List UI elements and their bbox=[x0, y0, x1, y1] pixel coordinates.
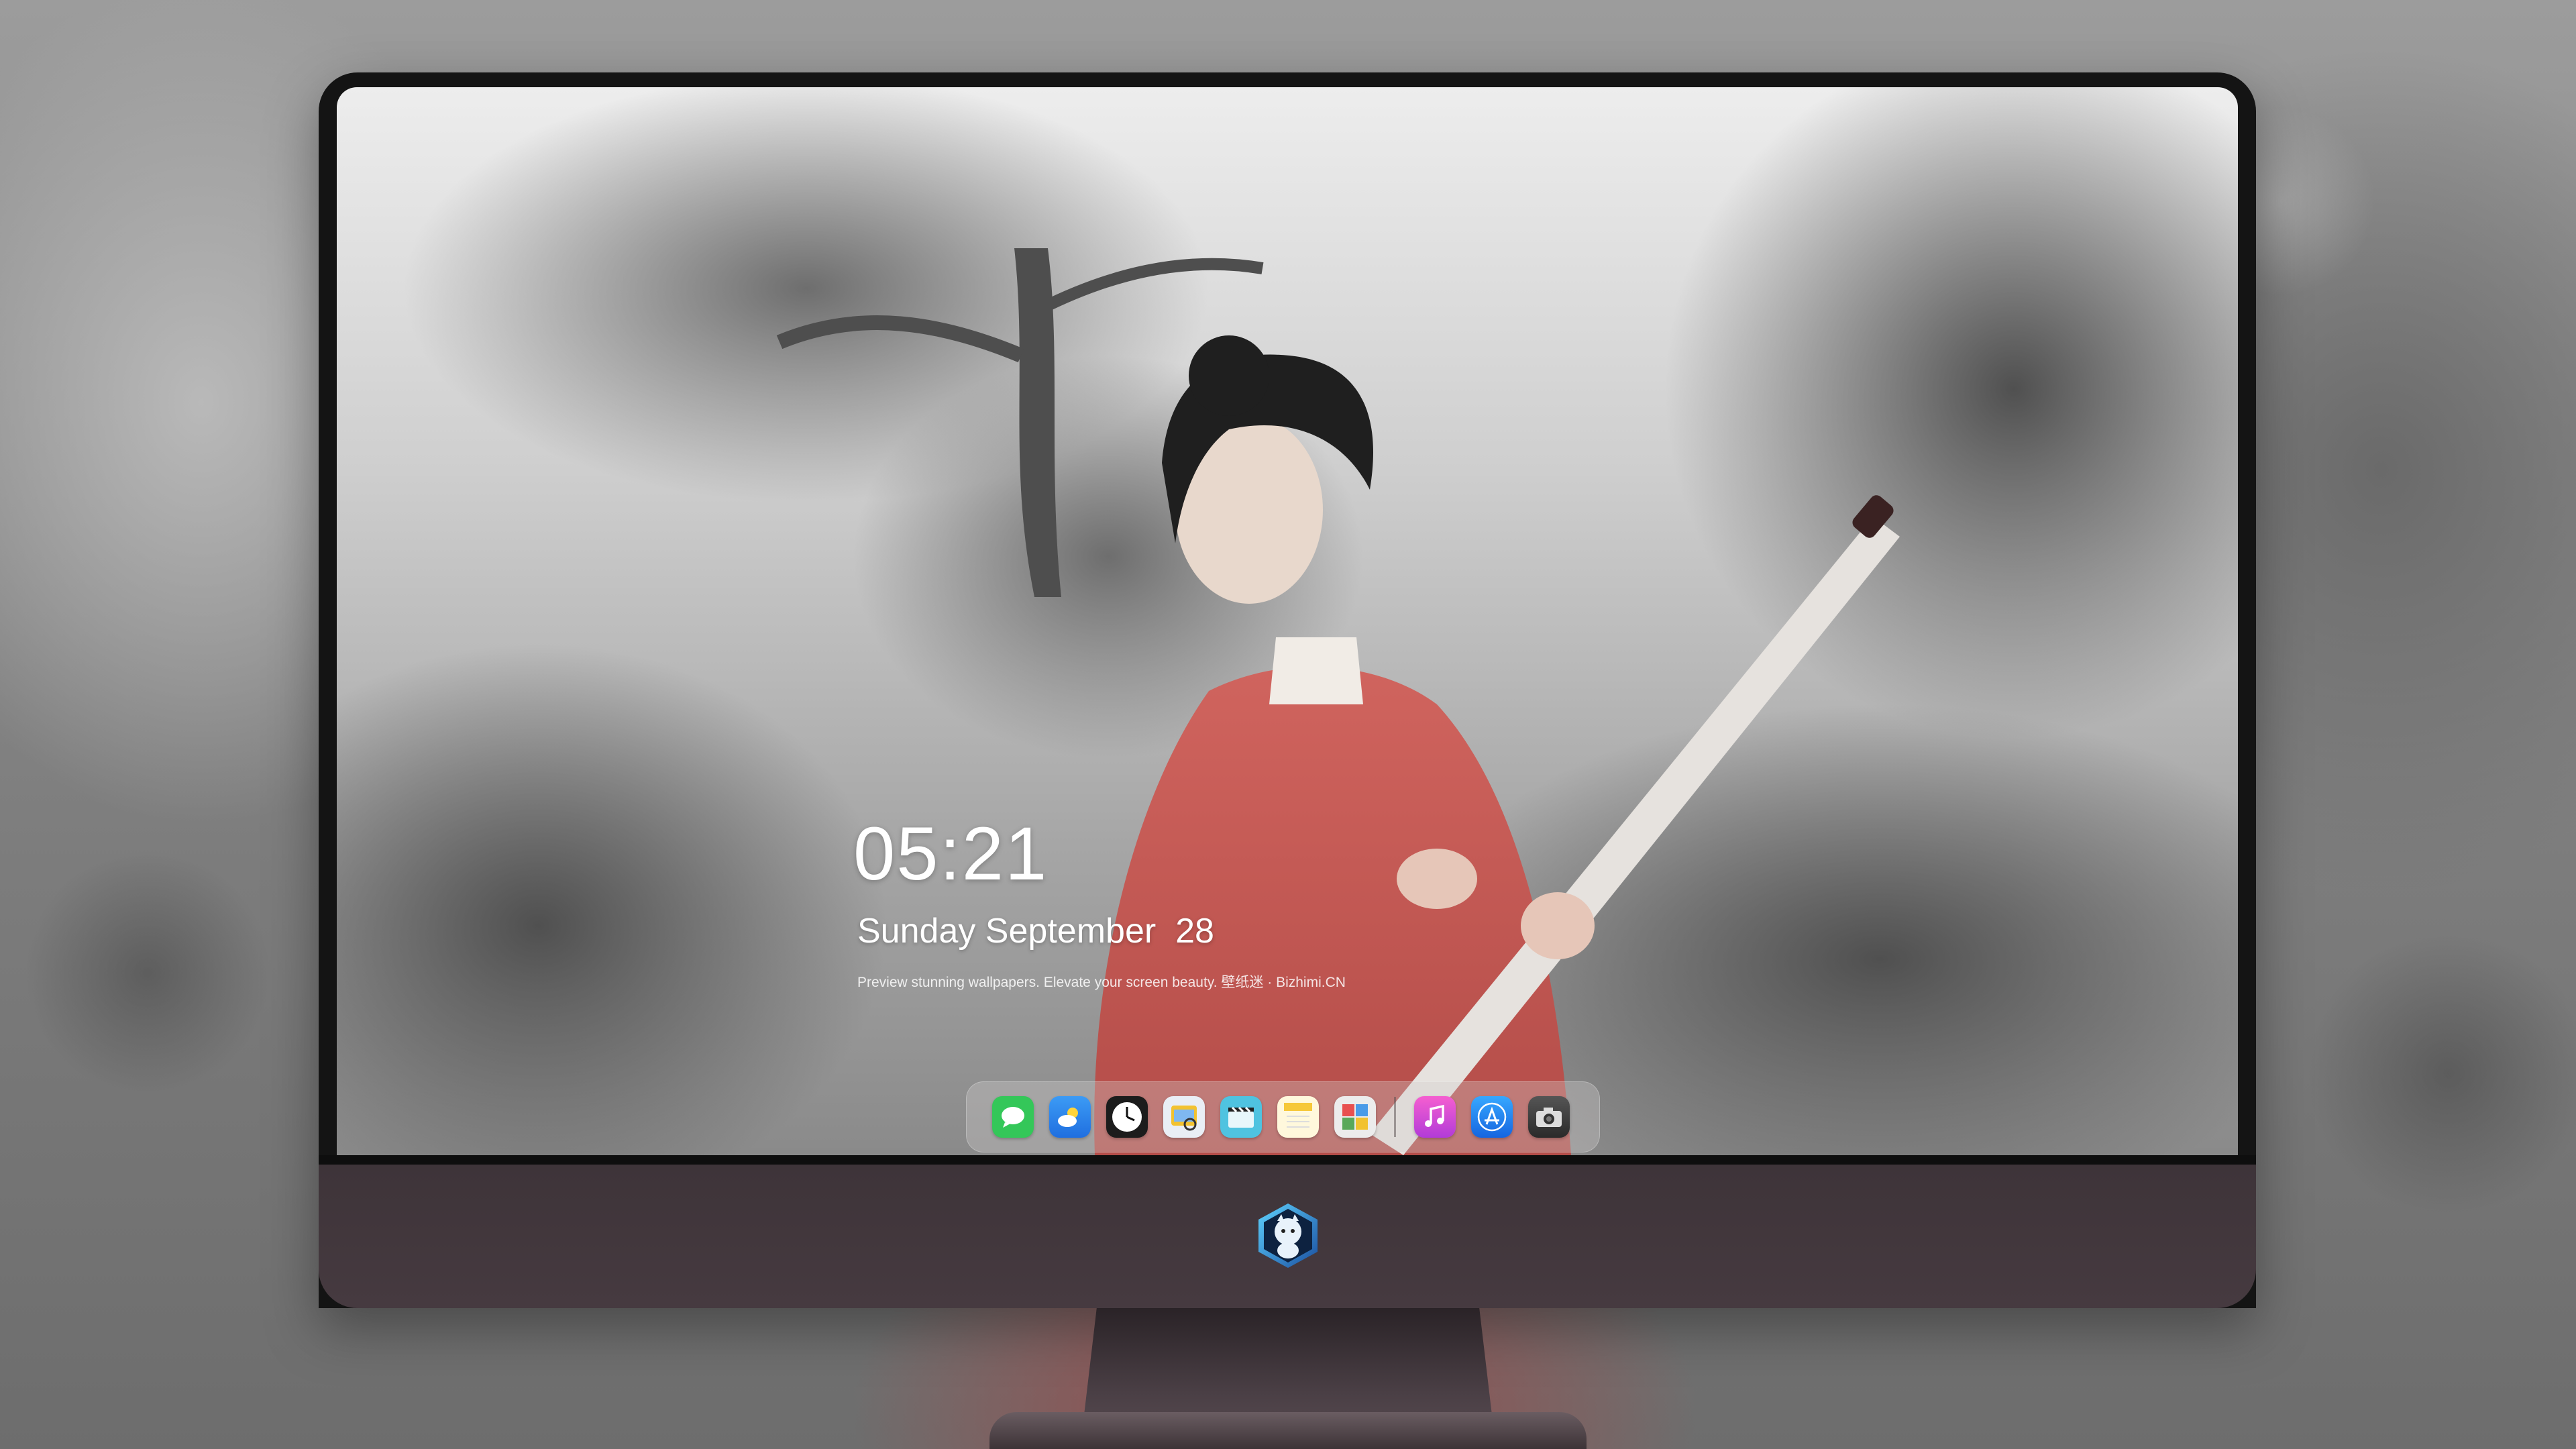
dock-separator bbox=[1394, 1097, 1396, 1137]
app-store-icon[interactable] bbox=[1471, 1096, 1513, 1138]
preview-icon[interactable] bbox=[1163, 1096, 1205, 1138]
wallpaper bbox=[337, 87, 2238, 1155]
mascot-logo-icon bbox=[1258, 1203, 1318, 1268]
clips-icon[interactable] bbox=[1220, 1096, 1262, 1138]
music-icon[interactable] bbox=[1414, 1096, 1456, 1138]
wallpaper-tagline: Preview stunning wallpapers. Elevate you… bbox=[857, 975, 1346, 990]
dock bbox=[966, 1081, 1600, 1152]
lock-clock: 05:21 bbox=[853, 812, 1049, 896]
lock-date: Sunday September 28 bbox=[857, 912, 1214, 951]
weather-icon[interactable] bbox=[1049, 1096, 1091, 1138]
clock-icon[interactable] bbox=[1106, 1096, 1148, 1138]
monitor-stand-base bbox=[989, 1412, 1587, 1449]
notes-icon[interactable] bbox=[1277, 1096, 1319, 1138]
photo-booth-icon[interactable] bbox=[1334, 1096, 1376, 1138]
camera-icon[interactable] bbox=[1528, 1096, 1570, 1138]
messages-icon[interactable] bbox=[992, 1096, 1034, 1138]
desktop-screen: 05:21 Sunday September 28 Preview stunni… bbox=[337, 87, 2238, 1155]
